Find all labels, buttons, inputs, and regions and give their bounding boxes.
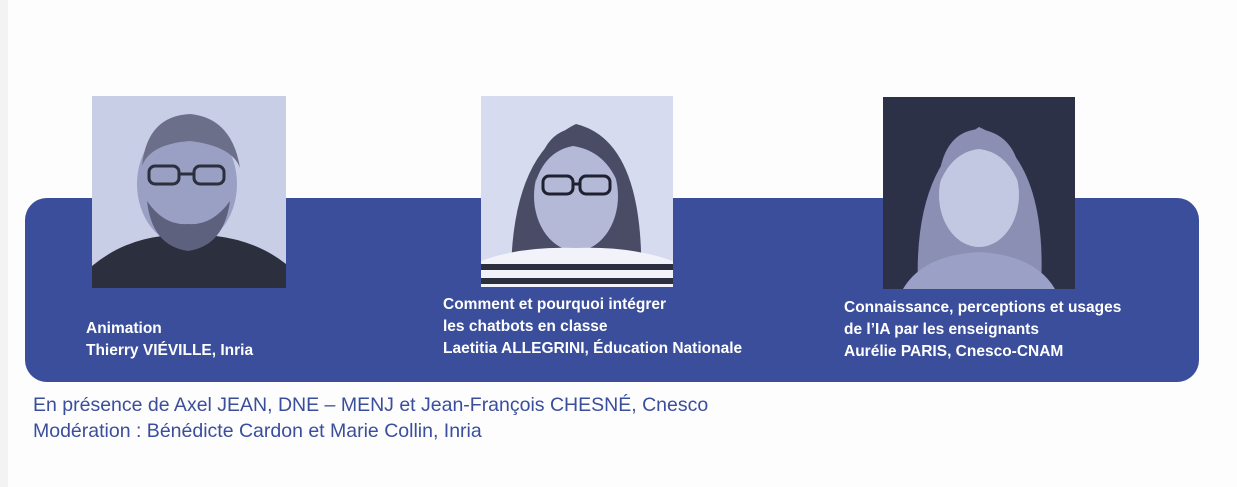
- speaker-2-photo: [481, 96, 673, 287]
- footer-moderation-line: Modération : Bénédicte Cardon et Marie C…: [33, 420, 482, 442]
- caption-line: Aurélie PARIS, Cnesco-CNAM: [844, 343, 1064, 360]
- footer-text: En présence de Axel JEAN, DNE – MENJ et …: [33, 392, 708, 444]
- footer-presence-line: En présence de Axel JEAN, DNE – MENJ et …: [33, 394, 709, 416]
- speaker-3-caption: Connaissance, perceptions et usages de l…: [844, 297, 1121, 363]
- speaker-2-caption: Comment et pourquoi intégrer les chatbot…: [443, 294, 742, 360]
- caption-line: Connaissance, perceptions et usages: [844, 299, 1122, 316]
- event-panel: Animation Thierry VIÉVILLE, Inria Commen…: [0, 0, 1237, 487]
- left-edge-strip: [0, 0, 8, 487]
- speaker-3-photo: [883, 97, 1075, 289]
- caption-line: de l’IA par les enseignants: [844, 321, 1039, 338]
- caption-line: Comment et pourquoi intégrer: [443, 296, 667, 313]
- caption-line: Thierry VIÉVILLE, Inria: [86, 342, 254, 359]
- caption-line: Laetitia ALLEGRINI, Éducation Nationale: [443, 340, 743, 357]
- speaker-1-photo: [92, 96, 286, 288]
- caption-line: Animation: [86, 320, 162, 337]
- caption-line: les chatbots en classe: [443, 318, 608, 335]
- speaker-1-caption: Animation Thierry VIÉVILLE, Inria: [86, 318, 253, 362]
